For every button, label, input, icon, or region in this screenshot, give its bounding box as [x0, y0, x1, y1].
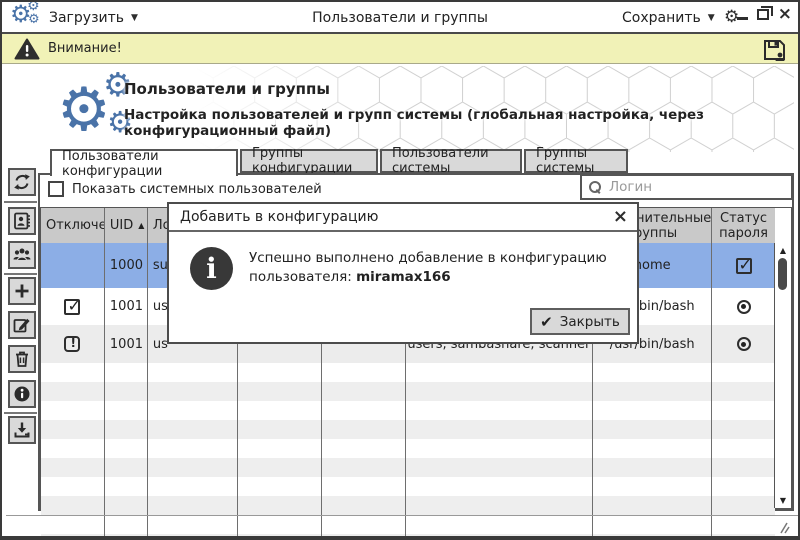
- page-subtitle: Настройка пользователей и групп системы …: [124, 107, 798, 139]
- add-to-config-dialog: Добавить в конфигурацию × i Успешно выпо…: [167, 202, 639, 344]
- plus-icon: [12, 281, 32, 301]
- uid-cell: 1001: [105, 288, 148, 325]
- user-card-icon: [12, 211, 32, 231]
- resize-grip-icon[interactable]: [775, 521, 790, 534]
- search-icon: [589, 181, 601, 193]
- app-window: ⚙ ⚙ ⚙ Загрузить ▼ Пользователи и группы …: [0, 0, 800, 540]
- add-button[interactable]: [8, 277, 36, 305]
- dialog-message: Успешно выполнено добавление в конфигура…: [249, 249, 607, 287]
- title-bar: ⚙ ⚙ ⚙ Загрузить ▼ Пользователи и группы …: [2, 2, 798, 34]
- close-window-button[interactable]: ×: [778, 6, 792, 23]
- sort-ascending-icon: ▲: [138, 218, 144, 233]
- trash-icon: [12, 349, 32, 369]
- toolbar-separator: [4, 201, 37, 203]
- dialog-message-line1: Успешно выполнено добавление в конфигура…: [249, 249, 607, 268]
- scroll-up-arrow[interactable]: ▲: [775, 244, 791, 257]
- check-icon: ✔: [540, 313, 553, 331]
- import-button[interactable]: [8, 416, 36, 444]
- empty-rows-area: [41, 363, 775, 540]
- info-button[interactable]: [8, 380, 36, 408]
- column-header-uid[interactable]: UID ▲: [105, 208, 148, 243]
- maximize-button[interactable]: [757, 9, 769, 20]
- dialog-close-button[interactable]: ✔ Закрыть: [530, 308, 630, 335]
- scroll-down-arrow[interactable]: ▼: [775, 494, 791, 507]
- delete-button[interactable]: [8, 345, 36, 373]
- warning-label: Внимание!: [48, 41, 122, 56]
- window-controls: ×: [737, 6, 792, 23]
- dialog-title: Добавить в конфигурацию: [169, 204, 637, 232]
- show-system-users-checkbox[interactable]: [48, 181, 64, 197]
- password-status-checked-icon: [736, 258, 752, 274]
- dialog-message-line2: пользователя: miramax166: [249, 268, 607, 287]
- info-icon: [12, 384, 32, 404]
- toolbar-separator: [4, 273, 37, 275]
- edit-button[interactable]: [8, 311, 36, 339]
- disabled-checked-icon: [64, 299, 80, 315]
- panel-frame-right: [792, 173, 794, 511]
- save-menu-label: Сохранить: [622, 10, 701, 26]
- minimize-button[interactable]: [737, 17, 748, 20]
- refresh-icon: [12, 172, 32, 192]
- column-header-password-status[interactable]: Статус пароля: [712, 208, 775, 243]
- password-status-dot-icon: [737, 337, 751, 351]
- vertical-scrollbar[interactable]: ▲ ▼: [774, 243, 791, 508]
- chevron-down-icon: ▼: [708, 13, 715, 23]
- uid-cell: 1001: [105, 325, 148, 363]
- dialog-close-icon[interactable]: ×: [613, 206, 628, 227]
- show-system-users-label: Показать системных пользователей: [72, 182, 322, 197]
- uid-cell: 1000: [105, 243, 148, 288]
- download-icon: [12, 420, 32, 440]
- added-username: miramax166: [356, 269, 451, 285]
- status-bar-separator: [6, 515, 798, 516]
- save-menu-button[interactable]: Сохранить ▼: [622, 2, 715, 34]
- tab-bar: Пользователи конфигурации Группы конфигу…: [50, 149, 630, 175]
- password-status-dot-icon: [737, 300, 751, 314]
- tab-config-users[interactable]: Пользователи конфигурации: [50, 149, 238, 176]
- page-title: Пользователи и группы: [124, 80, 330, 98]
- toolbar-separator: [4, 412, 37, 414]
- disabled-warning-icon: [64, 336, 80, 352]
- tab-system-users[interactable]: Пользователи системы: [380, 149, 522, 173]
- column-header-disabled[interactable]: Отключен: [41, 208, 105, 243]
- user-card-button[interactable]: [8, 207, 36, 235]
- tab-system-groups[interactable]: Группы системы: [524, 149, 628, 173]
- users-group-button[interactable]: [8, 241, 36, 269]
- refresh-button[interactable]: [8, 168, 36, 196]
- search-input[interactable]: [609, 179, 791, 195]
- info-circle-icon: i: [190, 247, 233, 290]
- search-box: [580, 174, 793, 200]
- tab-config-groups[interactable]: Группы конфигурации: [240, 149, 378, 173]
- scrollbar-thumb[interactable]: [778, 258, 787, 290]
- save-users-floppy-icon[interactable]: [760, 36, 788, 64]
- users-group-icon: [12, 245, 32, 265]
- warning-triangle-icon: [14, 37, 40, 61]
- warning-bar: Внимание!: [2, 34, 798, 64]
- edit-pencil-icon: [12, 315, 32, 335]
